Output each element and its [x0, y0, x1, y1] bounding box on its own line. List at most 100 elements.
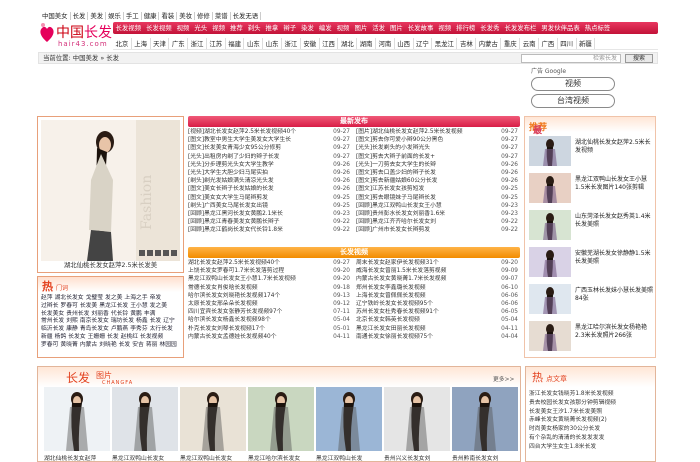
list-item-title[interactable]: [视频]湖北长发女赵萍2.5米长发视频40个	[188, 128, 312, 136]
gallery-more-link[interactable]: 更多>>	[493, 374, 514, 383]
list-item-title[interactable]: 四川宜宾长发女张静芳长发视频97个	[188, 308, 312, 316]
list-item-title[interactable]: [图片]湖北仙桃长发女赵萍2.5米长发视频	[356, 128, 480, 136]
list-item-title[interactable]: [回顾]黑龙江双鸭山长发女王小慧	[356, 202, 480, 210]
video-item[interactable]: 辽宁铁岭长发女长发视频95个 06-06	[356, 300, 520, 308]
featured-photo-box[interactable]: Fashion 湖北仙桃长发女赵萍2.5米长发美	[37, 116, 184, 273]
category-link[interactable]: 光头	[192, 22, 210, 34]
hot-tag-link[interactable]: 罗春可	[60, 303, 77, 311]
video-item[interactable]: 内蒙古长发女孟德娃长发视频40个 04-11	[188, 333, 352, 341]
region-link[interactable]: 湖南	[357, 38, 376, 49]
gallery-thumbnail[interactable]	[316, 387, 382, 451]
list-item-title[interactable]: [图文]长发美女青海少女95公分修剪	[188, 144, 312, 152]
hot-tag-link[interactable]: 青岛长发女	[80, 326, 109, 334]
list-item-title[interactable]: [图文]剪去新疆姑娘60公分长发	[356, 177, 480, 185]
category-link[interactable]: 染发	[299, 22, 317, 34]
gallery-thumbnail[interactable]	[384, 387, 450, 451]
list-item-title[interactable]: [图文]剪去眼镜妹子马尾辫长发	[356, 194, 480, 202]
region-link[interactable]: 云南	[520, 38, 539, 49]
hot-tag-link[interactable]: 长发	[107, 334, 119, 342]
hot-tag-link[interactable]: 长发	[119, 342, 131, 350]
video-item[interactable]: 上海长发女曾佩佩长发视频 06-06	[356, 292, 520, 300]
region-link[interactable]: 山东	[263, 38, 283, 49]
top-nav-link[interactable]: 长发无语	[231, 12, 262, 20]
video-item[interactable]: 湖北长发女赵萍2.5米长发视频40个 09-27	[188, 259, 352, 267]
recommend-item[interactable]: 湖北仙桃长发女赵萍2.5米长发视频	[529, 136, 653, 170]
list-item-title[interactable]: 朴克长发女刘琴长发视频17个	[188, 325, 312, 333]
list-item-title[interactable]: [回顾]黑龙江黑河长发女黄鹏2.1米长	[188, 210, 312, 218]
video-item[interactable]: 哈尔滨长发女刘晓艳长发视频174个 09-13	[188, 292, 352, 300]
latest-item[interactable]: [剃头]剃光发姑娘满头清凉光头发 09-26	[188, 177, 352, 185]
latest-item[interactable]: [图文]长发美女青海少女95公分修剪 09-27	[188, 144, 352, 152]
latest-item[interactable]: [剃头]广西美女马尾长发女出镜 09-25	[188, 202, 352, 210]
hot-tag-link[interactable]: 发之美	[150, 303, 167, 311]
video-item[interactable]: 太原长发女邢朵朵长发视频 09-12	[188, 300, 352, 308]
latest-item[interactable]: [图文]剪去大辫子前面的长发+ 09-27	[356, 153, 520, 161]
list-item-title[interactable]: 上饶长发女罗春可1.7米长发落剪过程	[188, 267, 312, 275]
gallery-caption[interactable]: 黑龙江双鸭山长发女	[180, 453, 250, 462]
region-link[interactable]: 天津	[151, 38, 170, 49]
category-link[interactable]: 辫子	[281, 22, 299, 34]
region-link[interactable]: 重庆	[501, 38, 521, 49]
latest-item[interactable]: [图文]美女女大学生马尾辫剪发 09-25	[188, 194, 352, 202]
latest-item[interactable]: [光头]长发剃头的小发辫光头 09-27	[356, 144, 520, 152]
category-link[interactable]: 男发伙伴品表	[539, 22, 582, 34]
hot-tag-link[interactable]: 新疆	[41, 334, 53, 342]
list-item-title[interactable]: 湖北长发女赵萍2.5米长发视频40个	[188, 259, 312, 267]
gallery-item[interactable]: 黑龙江双鸭山长发女	[112, 387, 178, 462]
list-item-title[interactable]: 南通长发女徐丽长发视频75个	[356, 333, 480, 341]
list-item-title[interactable]: [回顾]黑龙江齐齐哈尔长发女刘	[356, 218, 480, 226]
gallery-thumbnail[interactable]	[44, 387, 110, 451]
category-link[interactable]: 编发	[316, 22, 334, 34]
article-link[interactable]: 有个杂乱的清清的长发发发发	[529, 434, 655, 443]
latest-item[interactable]: [回顾]黑龙江青春美发女黄鹏长辫子 09-22	[188, 218, 352, 226]
gallery-caption[interactable]: 黑龙江双鸭山长发女	[112, 453, 182, 462]
article-link[interactable]: 贵去校园长发女孩那分钟剪辑视频	[529, 399, 655, 408]
hot-tag-link[interactable]: 黄晓菁	[60, 342, 77, 350]
gallery-thumbnail[interactable]	[180, 387, 246, 451]
region-link[interactable]: 福建	[226, 38, 245, 49]
hot-tag-link[interactable]: 蒋丽	[146, 342, 158, 350]
list-item-title[interactable]: [光头]长发剃头的小发辫光头	[356, 144, 480, 152]
ad-link-video[interactable]: 视频	[531, 77, 615, 91]
article-link[interactable]: 赤峰长发女黄晓菁长发视频(2)	[529, 416, 655, 425]
hot-tag-link[interactable]: 王姗姗	[88, 334, 105, 342]
category-link[interactable]: 长发秀	[478, 22, 502, 34]
list-item-title[interactable]: [图文]美女长辫子长发姑娘的长发	[188, 185, 312, 193]
category-link[interactable]: 长发视频	[113, 22, 144, 34]
region-link[interactable]: 黑龙江	[432, 38, 458, 49]
top-nav-link[interactable]: 美发	[88, 12, 107, 20]
recommend-thumbnail[interactable]	[529, 321, 571, 351]
latest-item[interactable]: [图片]湖北仙桃长发女赵萍2.5米长发视频 09-27	[356, 128, 520, 136]
hot-tag-link[interactable]: 林园园	[159, 342, 176, 350]
list-item-title[interactable]: 黑龙江双鸭山长发女王小慧1.7米长发视频	[188, 275, 312, 283]
hot-tag-link[interactable]: 内蒙古	[80, 342, 97, 350]
category-link[interactable]: 视频	[436, 22, 454, 34]
recommend-item-title[interactable]: 黑龙江哈尔滨长发女杨艳艳2.3米长发照片266张	[575, 324, 653, 340]
gallery-caption[interactable]: 黑龙江双鸭山长发	[316, 453, 386, 462]
list-item-title[interactable]: [回顾]广州市长发女长辫剪发	[356, 226, 480, 234]
featured-caption[interactable]: 湖北仙桃长发女赵萍2.5米长发美	[38, 260, 183, 269]
recommend-item[interactable]: 黑龙江哈尔滨长发女杨艳艳2.3米长发照片266张	[529, 321, 653, 355]
list-item-title[interactable]: 周末长发女赵家伊长发视频31个	[356, 259, 480, 267]
ad-link-taiwan-video[interactable]: 台湾视频	[531, 94, 615, 108]
gallery-thumbnail[interactable]	[112, 387, 178, 451]
region-link[interactable]: 广西	[539, 38, 558, 49]
hot-tag-link[interactable]: 发之美	[105, 295, 122, 303]
video-item[interactable]: 常德长发女肖俊晗长发视频 09-18	[188, 284, 352, 292]
region-link[interactable]: 江西	[320, 38, 339, 49]
recommend-item[interactable]: 黑龙江双鸭山长发女王小慧1.5米长发图片140张剪辑	[529, 173, 653, 207]
hot-tag-link[interactable]: 王小慧	[130, 303, 147, 311]
top-nav-link[interactable]: 看装	[159, 12, 178, 20]
hot-tag-link[interactable]: 李秀芬	[130, 326, 147, 334]
top-nav-link[interactable]: 修修	[195, 12, 213, 20]
list-item-title[interactable]: [光头]大学生大胆少妇马尾实拍	[188, 169, 312, 177]
hot-tag-link[interactable]: 过辫长	[41, 303, 58, 311]
hot-tag-link[interactable]: 湖北长发女	[55, 295, 84, 303]
video-item[interactable]: 南通长发女徐丽长发视频75个 04-04	[356, 333, 520, 341]
search-button[interactable]: 搜索	[625, 54, 653, 63]
recommend-item-title[interactable]: 广西玉林长发妹小慧长发美照84张	[575, 287, 653, 303]
gallery-caption[interactable]: 贵州兴义长发女刘	[384, 453, 454, 462]
article-link[interactable]: 浙江长发女钱晓芳1.8米长发视频	[529, 390, 655, 399]
video-item[interactable]: 朴克长发女刘琴长发视频17个 05-01	[188, 325, 352, 333]
latest-item[interactable]: [图文]江苏长发女孩剪短发 09-25	[356, 185, 520, 193]
